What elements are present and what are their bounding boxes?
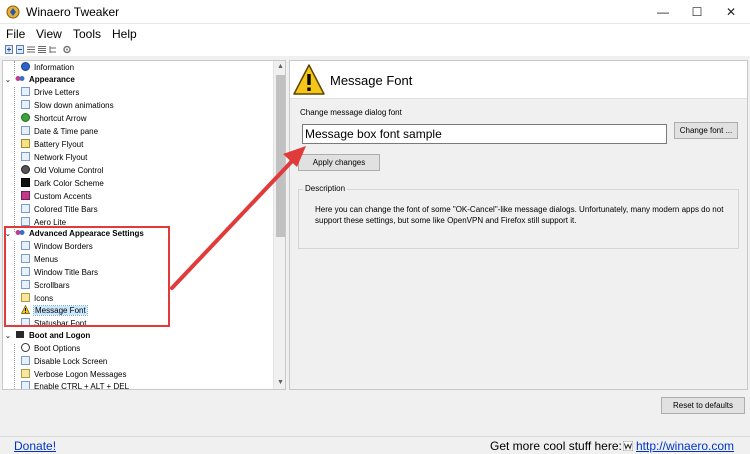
tree-scrollbar[interactable]: ▲ ▼: [273, 61, 285, 389]
boot-options-icon: [21, 343, 30, 352]
reset-to-defaults-button[interactable]: Reset to defaults: [661, 397, 745, 414]
tree-category-appearance[interactable]: ⌄ Appearance: [5, 73, 75, 86]
tree-item-drive-letters[interactable]: Drive Letters: [21, 86, 79, 99]
settings-panel: Message Font Change message dialog font …: [289, 60, 748, 390]
tree-item-slow-down-animations[interactable]: Slow down animations: [21, 99, 114, 112]
panel-header: Message Font: [290, 61, 747, 99]
menu-view[interactable]: View: [36, 27, 62, 41]
keyboard-icon: [21, 381, 30, 389]
aero-icon: [21, 217, 30, 226]
volume-icon: [21, 165, 30, 174]
tree-item-shortcut-arrow[interactable]: Shortcut Arrow: [21, 112, 86, 125]
clock-icon: [21, 126, 30, 135]
tree-item-date-time-pane[interactable]: Date & Time pane: [21, 125, 98, 138]
expand-all-icon[interactable]: [5, 45, 13, 54]
maximize-button[interactable]: ☐: [680, 0, 714, 24]
menu-help[interactable]: Help: [112, 27, 137, 41]
description-group: Description Here you can change the font…: [298, 184, 739, 249]
change-font-button[interactable]: Change font ...: [674, 122, 738, 139]
scroll-down-icon[interactable]: ▼: [274, 377, 285, 389]
network-icon: [21, 152, 30, 161]
drive-icon: [21, 87, 30, 96]
tree-item-dark-color-scheme[interactable]: Dark Color Scheme: [21, 177, 104, 190]
close-button[interactable]: ✕: [714, 0, 748, 24]
tree-item-old-volume-control[interactable]: Old Volume Control: [21, 164, 103, 177]
tree-item-enable-ctrl-alt-del[interactable]: Enable CTRL + ALT + DEL: [21, 380, 129, 389]
battery-icon: [21, 139, 30, 148]
menu-file[interactable]: File: [6, 27, 25, 41]
app-icon: [6, 5, 20, 19]
animation-icon: [21, 100, 30, 109]
lock-screen-icon: [21, 356, 30, 365]
feature-tree[interactable]: Information ⌄ Appearance Drive Letters Sl…: [2, 60, 286, 390]
details-view-icon[interactable]: [38, 45, 46, 54]
warning-icon: [293, 64, 325, 95]
scroll-up-icon[interactable]: ▲: [274, 61, 285, 73]
menu-tools[interactable]: Tools: [73, 27, 101, 41]
description-legend: Description: [303, 184, 348, 193]
collapse-all-icon[interactable]: [16, 45, 24, 54]
winaero-logo-icon: [623, 441, 633, 451]
tree-item-custom-accents[interactable]: Custom Accents: [21, 190, 92, 203]
font-sample-box: Message box font sample: [302, 124, 667, 144]
appearance-icon: [15, 74, 25, 83]
footer: Donate! Get more cool stuff here: http:/…: [0, 436, 750, 454]
collapse-chevron-icon[interactable]: ⌄: [5, 74, 13, 87]
settings-gear-icon[interactable]: [63, 45, 71, 54]
winaero-link[interactable]: http://winaero.com: [636, 439, 734, 453]
toolbar: [0, 44, 750, 56]
apply-changes-button[interactable]: Apply changes: [298, 154, 380, 171]
menu-bar: File View Tools Help: [0, 24, 750, 44]
accent-icon: [21, 191, 30, 200]
info-icon: [21, 62, 30, 71]
change-font-label: Change message dialog font: [300, 108, 402, 117]
donate-link[interactable]: Donate!: [14, 439, 56, 453]
minimize-button[interactable]: —: [646, 0, 680, 24]
window-title: Winaero Tweaker: [26, 5, 120, 19]
tree-item-colored-title-bars[interactable]: Colored Title Bars: [21, 203, 98, 216]
shortcut-arrow-icon: [21, 113, 30, 122]
list-view-icon[interactable]: [27, 45, 35, 54]
tree-item-network-flyout[interactable]: Network Flyout: [21, 151, 87, 164]
tree-view-icon[interactable]: [49, 45, 57, 54]
tree-item-battery-flyout[interactable]: Battery Flyout: [21, 138, 83, 151]
highlight-annotation: [4, 226, 170, 327]
title-bar: Winaero Tweaker — ☐ ✕: [0, 0, 750, 24]
logon-icon: [21, 369, 30, 378]
dark-scheme-icon: [21, 178, 30, 187]
tree-item-disable-lock-screen[interactable]: Disable Lock Screen: [21, 355, 107, 368]
boot-icon: [15, 330, 25, 339]
collapse-chevron-icon[interactable]: ⌄: [5, 330, 13, 343]
page-title: Message Font: [330, 73, 413, 88]
scrollbar-thumb[interactable]: [276, 75, 285, 237]
titlebar-color-icon: [21, 204, 30, 213]
promo-text: Get more cool stuff here:: [490, 439, 622, 453]
tree-category-boot-and-logon[interactable]: ⌄ Boot and Logon: [5, 329, 90, 342]
panel-body: Change message dialog font Message box f…: [290, 99, 747, 389]
tree-item-boot-options[interactable]: Boot Options: [21, 342, 80, 355]
description-text: Here you can change the font of some "OK…: [315, 205, 724, 225]
